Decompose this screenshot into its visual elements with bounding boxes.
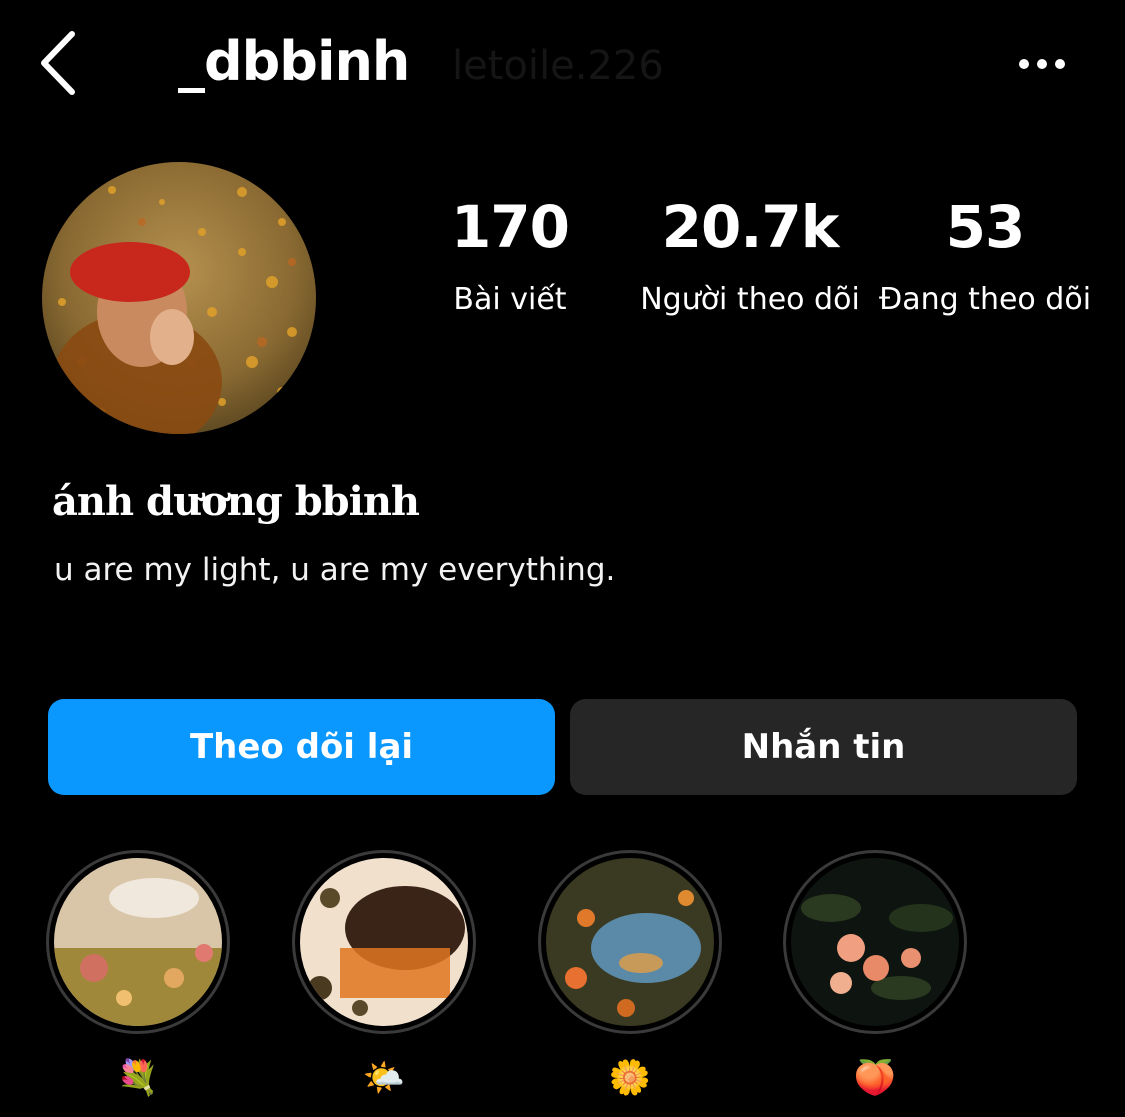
highlight-image: [300, 858, 468, 1026]
faint-overlay-text: letoile.226: [452, 43, 664, 89]
profile-bio: u are my light, u are my everything.: [54, 552, 616, 588]
highlight-ring: [292, 850, 476, 1034]
story-highlight[interactable]: 🌼: [535, 850, 725, 1100]
posts-count: 170: [450, 193, 570, 261]
highlight-emoji: 🌤️: [362, 1058, 406, 1098]
highlight-emoji: 🌼: [608, 1058, 652, 1098]
highlight-ring: [538, 850, 722, 1034]
story-highlight[interactable]: 🌤️: [289, 850, 479, 1100]
highlight-image: [54, 858, 222, 1026]
highlight-ring: [783, 850, 967, 1034]
profile-avatar[interactable]: [42, 162, 316, 434]
more-options-icon[interactable]: [1014, 52, 1070, 76]
followers-stat[interactable]: 20.7k Người theo dõi: [630, 192, 870, 320]
posts-label: Bài viết: [453, 282, 567, 317]
highlight-emoji: 🍑: [853, 1058, 897, 1098]
highlight-ring: [46, 850, 230, 1034]
highlight-image: [791, 858, 959, 1026]
following-stat[interactable]: 53 Đang theo dõi: [870, 192, 1100, 320]
display-name: ánh dương bbinh: [52, 478, 420, 525]
highlight-image: [546, 858, 714, 1026]
follow-back-button[interactable]: Theo dõi lại: [48, 699, 555, 795]
followers-count: 20.7k: [661, 193, 840, 261]
message-button[interactable]: Nhắn tin: [570, 699, 1077, 795]
story-highlight[interactable]: 💐: [43, 850, 233, 1100]
highlight-emoji: 💐: [116, 1058, 160, 1098]
following-count: 53: [945, 193, 1026, 261]
story-highlight[interactable]: 🍑: [780, 850, 970, 1100]
back-arrow-icon[interactable]: [38, 30, 82, 96]
followers-label: Người theo dõi: [640, 282, 860, 317]
profile-username: _dbbinh: [178, 30, 410, 93]
top-bar: _dbbinh letoile.226: [0, 0, 1125, 130]
posts-stat: 170 Bài viết: [430, 192, 590, 320]
following-label: Đang theo dõi: [878, 282, 1092, 317]
